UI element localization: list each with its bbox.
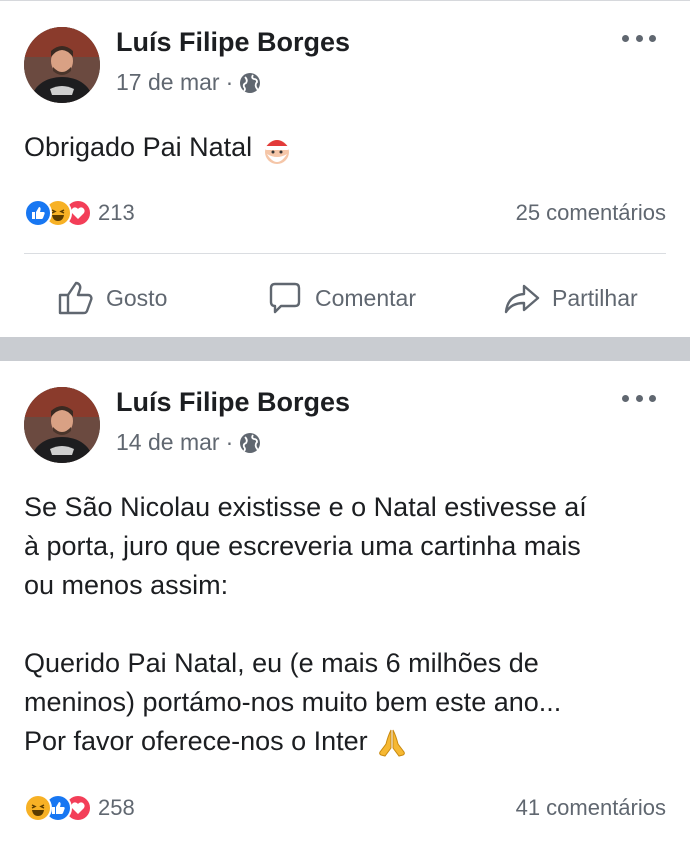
comments-count[interactable]: 25 comentários bbox=[516, 200, 666, 226]
post-paragraph: Querido Pai Natal, eu (e mais 6 milhões … bbox=[24, 644, 664, 761]
avatar-image bbox=[24, 27, 100, 103]
post-card: Luís Filipe Borges 17 de mar · Obrigado … bbox=[0, 0, 690, 338]
post-text-line: Obrigado Pai Natal bbox=[24, 132, 253, 162]
reaction-count: 258 bbox=[98, 795, 135, 820]
action-bar: Gosto Comentar Partilhar bbox=[0, 268, 690, 328]
comment-button-label: Comentar bbox=[315, 284, 416, 311]
thumbs-up-icon bbox=[58, 281, 93, 315]
like-button-label: Gosto bbox=[106, 284, 168, 311]
avatar[interactable] bbox=[24, 387, 100, 463]
comment-icon bbox=[269, 282, 301, 314]
avatar-image bbox=[24, 387, 100, 463]
post-text-line: ou menos assim: bbox=[24, 570, 229, 600]
post-text: Se São Nicolau existisse e o Natal estiv… bbox=[24, 488, 664, 761]
post-text-line: Por favor oferece-nos o Inter bbox=[24, 726, 368, 756]
santa-emoji bbox=[264, 136, 291, 164]
reaction-summary[interactable]: 213 bbox=[24, 198, 135, 228]
more-options-icon[interactable] bbox=[622, 31, 656, 45]
post-text-line: meninos) portámo-nos muito bem este ano.… bbox=[24, 687, 562, 717]
author-name[interactable]: Luís Filipe Borges bbox=[116, 387, 350, 418]
more-options-icon[interactable] bbox=[622, 391, 656, 405]
folded-hands-emoji bbox=[379, 729, 406, 757]
share-button[interactable]: Partilhar bbox=[502, 268, 638, 328]
post-text-line: Querido Pai Natal, eu (e mais 6 milhões … bbox=[24, 648, 539, 678]
post-date[interactable]: 14 de mar bbox=[116, 429, 220, 456]
post-meta: 14 de mar · bbox=[116, 429, 261, 456]
post-card: Luís Filipe Borges 14 de mar · Se São Ni… bbox=[0, 361, 690, 850]
comments-count[interactable]: 41 comentários bbox=[516, 795, 666, 821]
post-date[interactable]: 17 de mar bbox=[116, 69, 220, 96]
meta-separator: · bbox=[225, 429, 234, 455]
post-text: Obrigado Pai Natal bbox=[24, 128, 664, 167]
post-text-line: à porta, juro que escreveria uma cartinh… bbox=[24, 531, 581, 561]
haha-reaction-icon bbox=[24, 794, 52, 822]
like-button[interactable]: Gosto bbox=[56, 268, 167, 328]
post-text-line: Se São Nicolau existisse e o Natal estiv… bbox=[24, 492, 587, 522]
comment-button[interactable]: Comentar bbox=[265, 268, 416, 328]
divider bbox=[24, 253, 666, 254]
share-button-label: Partilhar bbox=[552, 284, 638, 311]
globe-icon bbox=[240, 72, 261, 93]
reaction-summary[interactable]: 258 bbox=[24, 793, 135, 823]
globe-icon bbox=[240, 432, 261, 453]
feed-separator bbox=[0, 337, 690, 361]
avatar[interactable] bbox=[24, 27, 100, 103]
share-icon bbox=[504, 284, 540, 314]
like-reaction-icon bbox=[24, 199, 52, 227]
reaction-count: 213 bbox=[98, 200, 135, 225]
post-paragraph: Se São Nicolau existisse e o Natal estiv… bbox=[24, 488, 664, 605]
author-name[interactable]: Luís Filipe Borges bbox=[116, 27, 350, 58]
post-meta: 17 de mar · bbox=[116, 69, 261, 96]
meta-separator: · bbox=[225, 69, 234, 95]
